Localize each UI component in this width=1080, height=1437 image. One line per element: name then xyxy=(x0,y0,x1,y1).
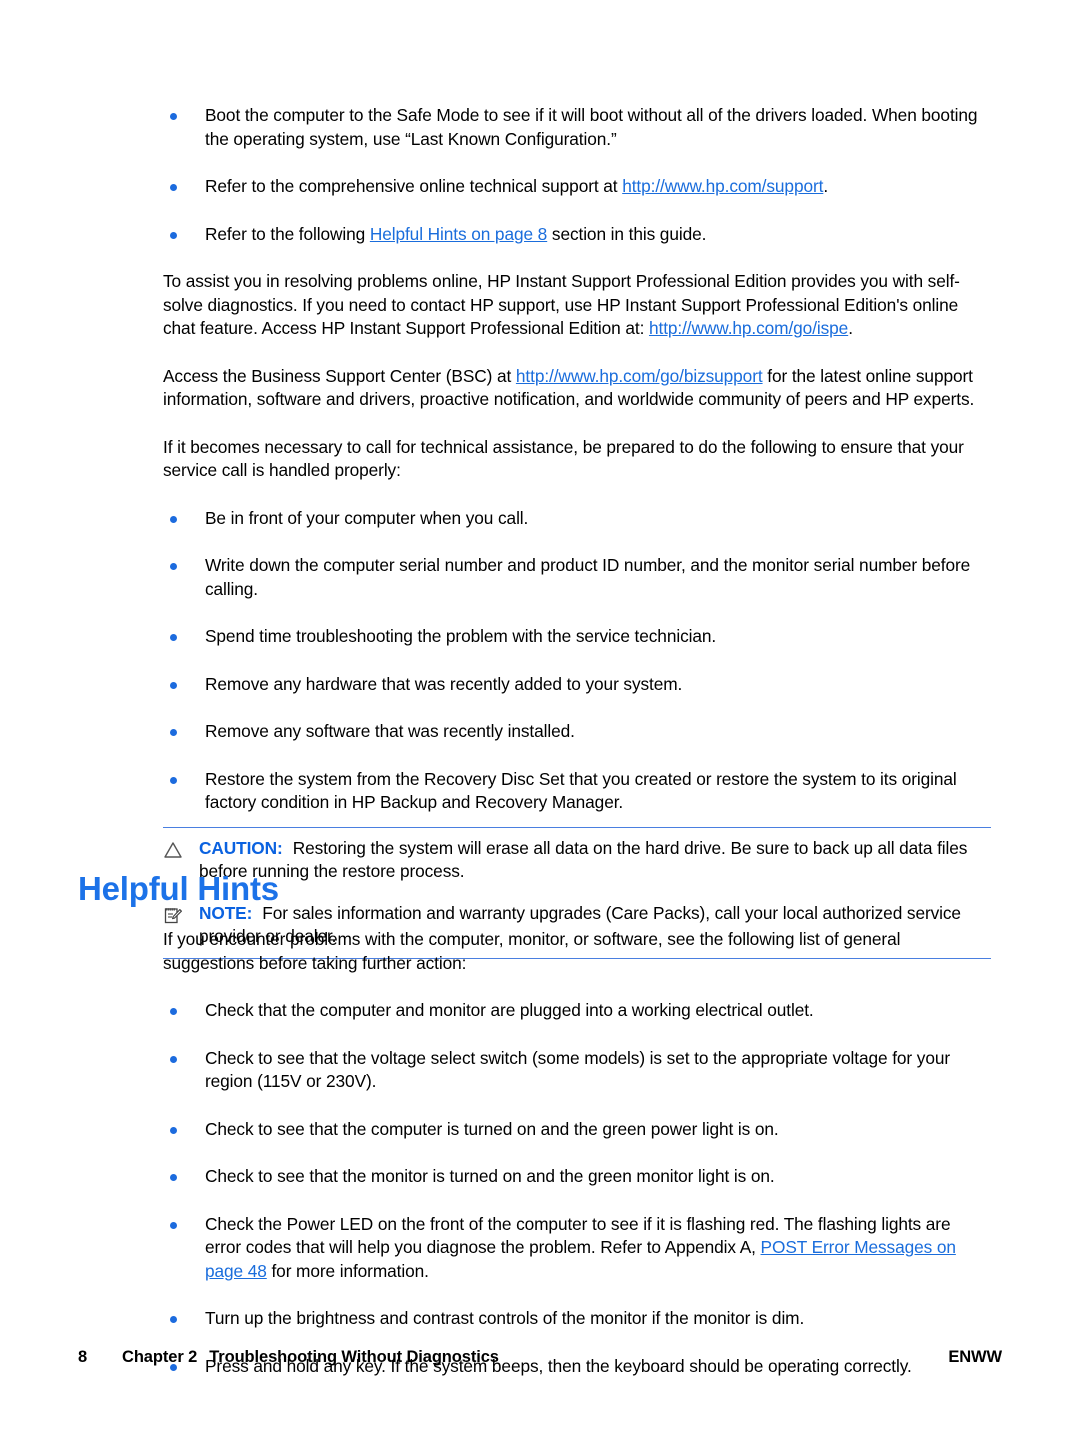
list-item: Check to see that the voltage select swi… xyxy=(163,1047,991,1094)
bullet-dot-icon xyxy=(170,1221,177,1229)
paragraph-business-support-center: Access the Business Support Center (BSC)… xyxy=(163,365,975,410)
footer-chapter: Chapter 2 xyxy=(122,1348,198,1366)
list-item-text: Refer to the following Helpful Hints on … xyxy=(205,223,707,244)
list-item: Turn up the brightness and contrast cont… xyxy=(163,1307,991,1331)
list-item-text: Check to see that the monitor is turned … xyxy=(205,1166,775,1186)
warning-triangle-icon xyxy=(162,839,184,861)
bullet-dot-icon xyxy=(170,1316,177,1323)
document-page: Boot the computer to the Safe Mode to se… xyxy=(0,0,1080,1437)
list-item-text: Remove any software that was recently in… xyxy=(205,721,575,741)
helpful-hints-bullet-list: Check that the computer and monitor are … xyxy=(163,999,991,1378)
doc-link[interactable]: Helpful Hints on page 8 xyxy=(370,224,547,244)
list-item: Refer to the following Helpful Hints on … xyxy=(163,223,991,247)
bullet-dot-icon xyxy=(170,231,177,239)
bullet-dot-icon xyxy=(170,1126,177,1134)
list-item-text: Check to see that the computer is turned… xyxy=(205,1118,779,1139)
list-item-text: Check to see that the voltage select swi… xyxy=(205,1047,950,1092)
bullet-dot-icon xyxy=(170,563,177,570)
bullet-dot-icon xyxy=(170,184,177,191)
doc-link[interactable]: http://www.hp.com/go/bizsupport xyxy=(516,366,763,386)
list-item-text: Spend time troubleshooting the problem w… xyxy=(205,626,717,646)
list-item: Refer to the comprehensive online techni… xyxy=(163,175,991,199)
list-item-text: Refer to the comprehensive online techni… xyxy=(205,176,829,196)
bullet-dot-icon xyxy=(170,1008,177,1015)
list-item-text: Boot the computer to the Safe Mode to se… xyxy=(205,105,978,149)
footer-chapter-title: Troubleshooting Without Diagnostics xyxy=(209,1348,499,1366)
bullet-dot-icon xyxy=(170,729,177,736)
page-footer: 8 Chapter 2 Troubleshooting Without Diag… xyxy=(78,1348,1002,1367)
footer-page-number: 8 xyxy=(78,1348,88,1366)
list-item: Remove any hardware that was recently ad… xyxy=(163,673,991,697)
bullet-dot-icon xyxy=(170,776,177,784)
list-item: Boot the computer to the Safe Mode to se… xyxy=(163,104,991,151)
doc-link[interactable]: http://www.hp.com/support xyxy=(622,176,823,196)
list-item: Spend time troubleshooting the problem w… xyxy=(163,625,991,649)
paragraph-instant-support: To assist you in resolving problems onli… xyxy=(163,271,960,338)
page-title: Helpful Hints xyxy=(78,870,279,907)
list-item-text: Remove any hardware that was recently ad… xyxy=(205,673,683,694)
paragraph-service-call: If it becomes necessary to call for tech… xyxy=(163,436,964,481)
list-item: Check to see that the computer is turned… xyxy=(163,1118,991,1142)
list-item: Check that the computer and monitor are … xyxy=(163,999,991,1023)
list-item: Check the Power LED on the front of the … xyxy=(163,1213,991,1284)
bullet-dot-icon xyxy=(170,515,177,523)
list-item-text: Be in front of your computer when you ca… xyxy=(205,507,529,528)
doc-link[interactable]: POST Error Messages on page 48 xyxy=(205,1237,956,1281)
bullet-dot-icon xyxy=(170,113,177,120)
bullet-dot-icon xyxy=(170,1055,177,1063)
paragraph-helpful-intro: If you encounter problems with the compu… xyxy=(163,929,901,973)
bullet-dot-icon xyxy=(170,1174,177,1181)
upper-content-region: Boot the computer to the Safe Mode to se… xyxy=(163,104,991,959)
list-item-text: Turn up the brightness and contrast cont… xyxy=(205,1308,805,1328)
list-item: Be in front of your computer when you ca… xyxy=(163,507,991,531)
service-call-bullet-list: Be in front of your computer when you ca… xyxy=(163,507,991,815)
list-item: Remove any software that was recently in… xyxy=(163,720,991,744)
list-item: Check to see that the monitor is turned … xyxy=(163,1165,991,1189)
footer-locale: ENWW xyxy=(948,1348,1002,1366)
list-item: Write down the computer serial number an… xyxy=(163,554,991,601)
helpful-hints-region: If you encounter problems with the compu… xyxy=(163,928,991,1378)
caution-text: Restoring the system will erase all data… xyxy=(199,837,968,882)
top-bullet-list: Boot the computer to the Safe Mode to se… xyxy=(163,104,991,246)
list-item-text: Write down the computer serial number an… xyxy=(205,555,971,599)
caution-admonition: CAUTION: Restoring the system will erase … xyxy=(163,828,991,893)
list-item-text: Check that the computer and monitor are … xyxy=(205,1000,814,1020)
bullet-dot-icon xyxy=(170,634,177,641)
caution-label: CAUTION: xyxy=(199,837,283,858)
doc-link[interactable]: http://www.hp.com/go/ispe xyxy=(649,318,848,338)
list-item-text: Check the Power LED on the front of the … xyxy=(205,1213,956,1281)
list-item-text: Restore the system from the Recovery Dis… xyxy=(205,768,957,813)
bullet-dot-icon xyxy=(170,681,177,689)
list-item: Restore the system from the Recovery Dis… xyxy=(163,768,991,815)
